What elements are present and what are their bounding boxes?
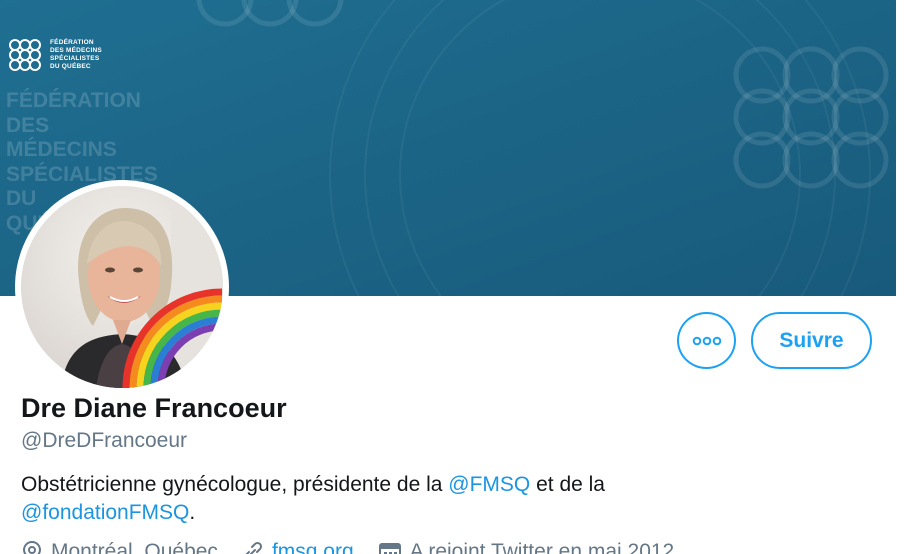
location-text: Montréal, Québec (51, 540, 218, 554)
profile-avatar[interactable] (15, 180, 229, 394)
calendar-icon (378, 543, 401, 554)
bio-text: Obstétricienne gynécologue, présidente d… (21, 473, 449, 496)
profile-location: Montréal, Québec (21, 540, 218, 554)
fmsq-logo-icon (9, 39, 41, 71)
profile-website[interactable]: fmsq.org (242, 540, 354, 554)
mention-link-fmsq[interactable]: @FMSQ (448, 473, 530, 496)
profile-name: Dre Diane Francoeur (21, 393, 287, 423)
mention-link-fondationfmsq[interactable]: @fondationFMSQ (21, 501, 189, 524)
location-pin-icon (22, 540, 42, 554)
follow-button[interactable]: Suivre (751, 312, 872, 369)
more-dots-icon (692, 336, 721, 345)
profile-joined: A rejoint Twitter en mai 2012 (378, 540, 675, 554)
profile-handle: @DreDFrancoeur (21, 429, 188, 452)
avatar-photo (21, 186, 223, 388)
link-icon (245, 541, 262, 554)
bio-text: et de la (530, 473, 605, 496)
profile-meta: Montréal, Québec fmsq.org A rejoint Twit… (21, 540, 674, 554)
page-edge (896, 0, 906, 554)
joined-text: A rejoint Twitter en mai 2012 (409, 540, 675, 554)
fmsq-logo-text: FÉDÉRATION DES MÉDECINS SPÉCIALISTES DU … (50, 39, 102, 70)
more-options-button[interactable] (677, 312, 736, 369)
fmsq-logo: FÉDÉRATION DES MÉDECINS SPÉCIALISTES DU … (8, 38, 102, 72)
bio-text: . (189, 501, 196, 524)
profile-bio: Obstétricienne gynécologue, présidente d… (21, 471, 881, 527)
website-link[interactable]: fmsq.org (272, 540, 354, 554)
